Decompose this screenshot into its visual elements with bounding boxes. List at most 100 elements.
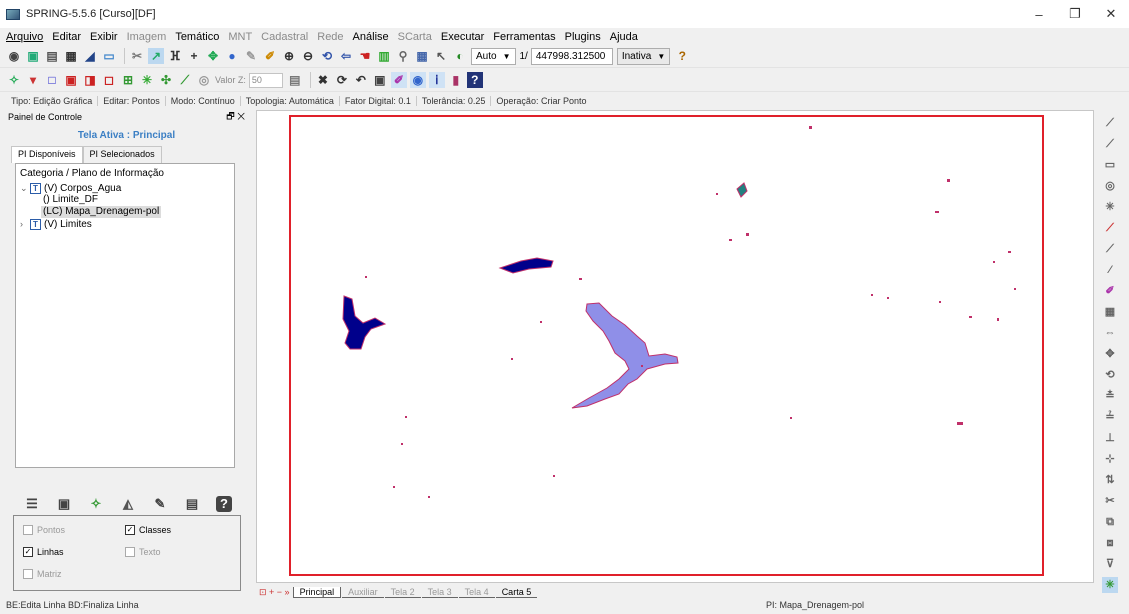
list-icon[interactable]: ☰ bbox=[24, 496, 40, 512]
zoom-out-icon[interactable]: ⊖ bbox=[300, 48, 316, 64]
window-icon[interactable]: ▭ bbox=[101, 48, 117, 64]
image-icon[interactable]: ▣ bbox=[56, 496, 72, 512]
database-icon[interactable]: ◉ bbox=[6, 48, 22, 64]
tab-tela-2[interactable]: Tela 2 bbox=[384, 587, 421, 598]
chart-icon[interactable]: ◭ bbox=[120, 496, 136, 512]
search-icon[interactable]: ⚲ bbox=[395, 48, 411, 64]
tree-category-limites[interactable]: › T (V) Limites bbox=[20, 218, 230, 230]
dropdown-icon[interactable]: ▾ bbox=[25, 72, 41, 88]
square-blue-icon[interactable]: □ bbox=[44, 72, 60, 88]
filter-icon[interactable]: ⊽ bbox=[1102, 556, 1118, 572]
map-canvas[interactable] bbox=[256, 110, 1094, 583]
point-icon[interactable]: ✳ bbox=[139, 72, 155, 88]
area-icon[interactable]: ▭ bbox=[1102, 157, 1118, 173]
grid-icon[interactable]: ▦ bbox=[63, 48, 79, 64]
menu-ajuda[interactable]: Ajuda bbox=[610, 31, 638, 43]
tab-tela-4[interactable]: Tela 4 bbox=[458, 587, 495, 598]
display-icon[interactable]: ▥ bbox=[376, 48, 392, 64]
node-icon[interactable]: ✣ bbox=[158, 72, 174, 88]
split-icon[interactable]: ⧉ bbox=[1102, 514, 1118, 530]
pan-icon[interactable]: ✥ bbox=[205, 48, 221, 64]
linhas-checkbox[interactable]: ✓ bbox=[23, 547, 33, 557]
scissors-icon[interactable]: ✂ bbox=[129, 48, 145, 64]
tab-auxiliar[interactable]: Auxiliar bbox=[342, 587, 384, 598]
close-button[interactable]: ✕ bbox=[1093, 0, 1129, 28]
restore-button[interactable]: ❐ bbox=[1057, 0, 1093, 28]
slash-icon[interactable]: ⁄ bbox=[1102, 262, 1118, 278]
snap-icon[interactable]: ⊹ bbox=[1102, 451, 1118, 467]
edit-icon[interactable]: ✎ bbox=[152, 496, 168, 512]
chevron-right-icon[interactable]: › bbox=[20, 218, 30, 230]
state-select[interactable]: Inativa ▼ bbox=[616, 47, 671, 65]
tree-item-limite-df[interactable]: () Limite_DF bbox=[20, 194, 230, 206]
tree-category-corpos-agua[interactable]: ⌄ T (V) Corpos_Agua bbox=[20, 182, 230, 194]
align-icon[interactable]: ≛ bbox=[1102, 388, 1118, 404]
pontos-checkbox[interactable] bbox=[23, 525, 33, 535]
brush-icon[interactable]: ✎ bbox=[243, 48, 259, 64]
table-edit-icon[interactable]: ⊞ bbox=[120, 72, 136, 88]
zoom-in-icon[interactable]: ⊕ bbox=[281, 48, 297, 64]
option-classes[interactable]: ✓ Classes bbox=[125, 525, 171, 535]
vertical-align-icon[interactable]: ⊥ bbox=[1102, 430, 1118, 446]
line-tool-icon[interactable]: ⟋ bbox=[177, 72, 193, 88]
menu-exibir[interactable]: Exibir bbox=[90, 31, 118, 43]
cut-node-icon[interactable]: ✂ bbox=[1102, 493, 1118, 509]
zoom-prev-icon[interactable]: ⟲ bbox=[319, 48, 335, 64]
edit-purple-icon[interactable]: ✐ bbox=[390, 72, 407, 88]
menu-imagem[interactable]: Imagem bbox=[127, 31, 167, 43]
create-point-icon[interactable]: ✳ bbox=[1102, 577, 1118, 593]
hand-icon[interactable]: ☚ bbox=[357, 48, 373, 64]
draw-line-icon[interactable]: ⴼ bbox=[167, 48, 183, 64]
plus-icon[interactable]: + bbox=[186, 48, 202, 64]
help-icon[interactable]: ? bbox=[674, 48, 690, 64]
layers-icon[interactable]: ▤ bbox=[44, 48, 60, 64]
line-dot-icon[interactable]: ⟋ bbox=[1102, 241, 1118, 257]
cursor-info-icon[interactable]: ↗ bbox=[148, 48, 164, 64]
canvas-nav-buttons[interactable]: ⊡ + − » bbox=[259, 587, 290, 598]
toggle-icon[interactable]: ◐ bbox=[452, 48, 468, 64]
sun-icon[interactable]: ✳ bbox=[1102, 199, 1118, 215]
valor-z-field[interactable]: Valor Z: 50 bbox=[215, 72, 283, 89]
valor-z-input[interactable]: 50 bbox=[248, 72, 283, 88]
minimize-button[interactable]: – bbox=[1021, 0, 1057, 28]
merge-icon[interactable]: ⧈ bbox=[1102, 535, 1118, 551]
option-matriz[interactable]: Matriz bbox=[23, 569, 62, 579]
distribute-icon[interactable]: ≟ bbox=[1102, 409, 1118, 425]
panel-header-icons[interactable]: 🗗 ✕ bbox=[226, 109, 245, 125]
help-icon[interactable]: ? bbox=[216, 496, 232, 512]
menu-executar[interactable]: Executar bbox=[441, 31, 484, 43]
tab-pi-disponiveis[interactable]: PI Disponíveis bbox=[11, 146, 83, 163]
back-icon[interactable]: ⇦ bbox=[338, 48, 354, 64]
info-line-icon[interactable]: ⅰ bbox=[428, 72, 445, 88]
paint-icon[interactable]: ✐ bbox=[1102, 283, 1118, 299]
tab-tela-3[interactable]: Tela 3 bbox=[421, 587, 458, 598]
menu-scarta[interactable]: SCarta bbox=[398, 31, 432, 43]
chevron-down-icon[interactable]: ⌄ bbox=[20, 182, 30, 194]
option-texto[interactable]: Texto bbox=[125, 547, 161, 557]
tree-item-mapa-drenagem[interactable]: (LC) Mapa_Drenagem-pol bbox=[20, 206, 230, 218]
tab-carta-5[interactable]: Carta 5 bbox=[495, 587, 538, 598]
pencil-icon[interactable]: ✐ bbox=[262, 48, 278, 64]
menu-tematico[interactable]: Temático bbox=[175, 31, 219, 43]
info-icon[interactable]: ● bbox=[224, 48, 240, 64]
target-icon[interactable]: ◉ bbox=[409, 72, 426, 88]
table-tool-icon[interactable]: ▤ bbox=[287, 72, 303, 88]
save-icon[interactable]: ▣ bbox=[372, 72, 388, 88]
refresh-icon[interactable]: ⟳ bbox=[334, 72, 350, 88]
draw-icon[interactable]: ◢ bbox=[82, 48, 98, 64]
undo-icon[interactable]: ↶ bbox=[353, 72, 369, 88]
tab-pi-selecionados[interactable]: PI Selecionados bbox=[82, 146, 162, 163]
menu-rede[interactable]: Rede bbox=[317, 31, 343, 43]
sort-icon[interactable]: ⇅ bbox=[1102, 472, 1118, 488]
matriz-checkbox[interactable] bbox=[23, 569, 33, 579]
pointer-icon[interactable]: ↖ bbox=[433, 48, 449, 64]
vector-edit-icon[interactable]: ✧ bbox=[6, 72, 22, 88]
texto-checkbox[interactable] bbox=[125, 547, 135, 557]
bookmark-icon[interactable]: ▮ bbox=[448, 72, 464, 88]
zoom-mode-select[interactable]: Auto ▼ bbox=[471, 47, 516, 65]
menu-editar[interactable]: Editar bbox=[52, 31, 81, 43]
circle-tool-icon[interactable]: ◎ bbox=[196, 72, 212, 88]
menu-analise[interactable]: Análise bbox=[353, 31, 389, 43]
grid-edit-icon[interactable]: ▦ bbox=[1102, 304, 1118, 320]
classes-checkbox[interactable]: ✓ bbox=[125, 525, 135, 535]
